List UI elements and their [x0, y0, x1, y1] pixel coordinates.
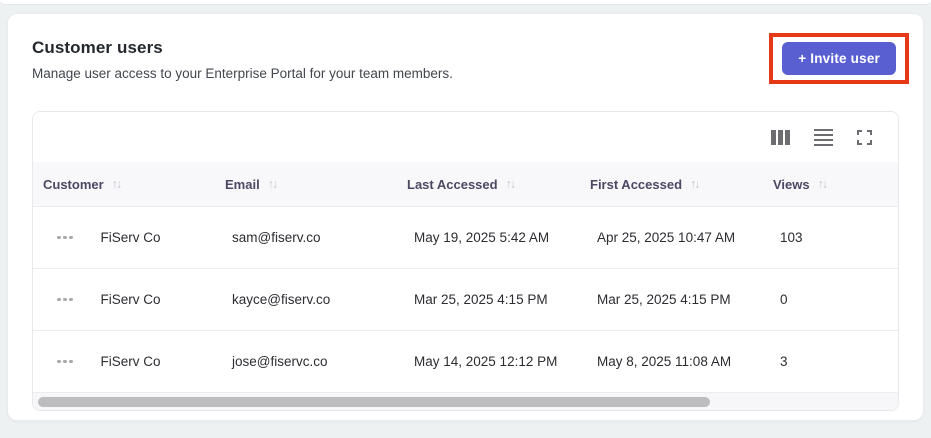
views-value: 0	[780, 292, 788, 307]
customer-value: FiServ Co	[100, 292, 161, 307]
email-value: sam@fiserv.co	[232, 230, 321, 245]
column-label: Views	[773, 176, 810, 192]
email-value: jose@fiservc.co	[232, 354, 328, 369]
column-label: Customer	[43, 176, 104, 192]
fullscreen-icon[interactable]	[857, 129, 872, 145]
views-value: 103	[780, 230, 803, 245]
first-accessed-value: May 8, 2025 11:08 AM	[597, 354, 732, 369]
sort-icon: ↑↓	[690, 177, 700, 191]
last-accessed-value: May 19, 2025 5:42 AM	[414, 230, 550, 245]
last-accessed-value: May 14, 2025 12:12 PM	[414, 354, 558, 369]
sort-icon: ↑↓	[111, 177, 122, 191]
first-accessed-value: Apr 25, 2025 10:47 AM	[597, 230, 736, 245]
column-label: Email	[225, 176, 260, 192]
invite-user-button[interactable]: + Invite user	[782, 42, 896, 75]
column-header-first-accessed[interactable]: First Accessed ↑↓	[590, 177, 773, 192]
customer-cell: FiServ Co	[33, 292, 225, 307]
row-actions-menu-icon[interactable]	[57, 356, 73, 368]
horizontal-scrollbar-track[interactable]	[33, 392, 898, 410]
customer-cell: FiServ Co	[33, 230, 225, 245]
column-label: First Accessed	[590, 176, 683, 192]
card-header: Customer users Manage user access to you…	[32, 33, 909, 84]
email-value: kayce@fiserv.co	[232, 292, 331, 307]
row-actions-menu-icon[interactable]	[57, 294, 73, 306]
invite-button-highlight-box: + Invite user	[769, 33, 909, 84]
customer-value: FiServ Co	[100, 230, 161, 245]
column-header-last-accessed[interactable]: Last Accessed ↑↓	[407, 177, 590, 192]
row-actions-menu-icon[interactable]	[57, 232, 73, 244]
first-accessed-value: Mar 25, 2025 4:15 PM	[597, 292, 731, 307]
column-header-views[interactable]: Views ↑↓	[773, 177, 898, 192]
customer-cell: FiServ Co	[33, 354, 225, 369]
row-density-icon[interactable]	[814, 128, 833, 146]
horizontal-scrollbar-thumb[interactable]	[38, 396, 710, 407]
sort-icon: ↑↓	[267, 177, 278, 191]
last-accessed-value: Mar 25, 2025 4:15 PM	[414, 292, 548, 307]
table-toolbar	[33, 112, 898, 162]
table-row: FiServ Co sam@fiserv.co May 19, 2025 5:4…	[33, 206, 898, 268]
page-title: Customer users	[32, 38, 163, 57]
column-header-customer[interactable]: Customer ↑↓	[33, 177, 225, 192]
columns-icon[interactable]	[771, 129, 790, 145]
sort-icon: ↑↓	[817, 177, 828, 191]
customer-value: FiServ Co	[100, 354, 161, 369]
customer-users-card: Customer users Manage user access to you…	[7, 13, 924, 421]
sort-icon: ↑↓	[505, 177, 516, 191]
table-header-row: Customer ↑↓ Email ↑↓ Last Accessed ↑↓ Fi…	[33, 162, 898, 206]
views-value: 3	[780, 354, 788, 369]
column-header-email[interactable]: Email ↑↓	[225, 177, 407, 192]
users-table: Customer ↑↓ Email ↑↓ Last Accessed ↑↓ Fi…	[32, 111, 899, 411]
title-block: Customer users Manage user access to you…	[32, 37, 453, 82]
top-divider-strip	[0, 0, 931, 5]
column-label: Last Accessed	[407, 176, 498, 192]
page-subtitle: Manage user access to your Enterprise Po…	[32, 66, 453, 81]
table-row: FiServ Co kayce@fiserv.co Mar 25, 2025 4…	[33, 268, 898, 330]
table-row: FiServ Co jose@fiservc.co May 14, 2025 1…	[33, 330, 898, 392]
